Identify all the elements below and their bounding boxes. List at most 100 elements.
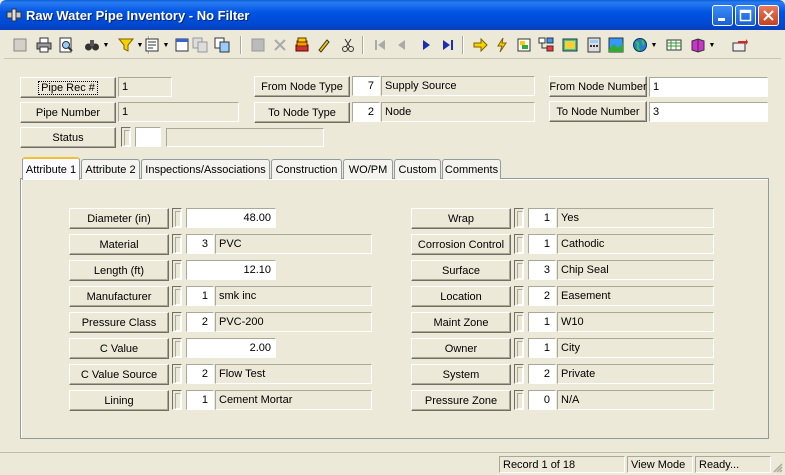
filter-button[interactable] bbox=[116, 35, 136, 55]
material-label[interactable]: Material bbox=[69, 234, 169, 255]
pressure-zone-code[interactable]: 0 bbox=[528, 390, 556, 410]
form-button[interactable] bbox=[142, 35, 162, 55]
book-dropdown[interactable]: ▼ bbox=[708, 35, 716, 55]
first-record-button[interactable] bbox=[370, 35, 390, 55]
last-record-button[interactable] bbox=[438, 35, 458, 55]
lightning-button[interactable] bbox=[492, 35, 512, 55]
length-ft-label[interactable]: Length (ft) bbox=[69, 260, 169, 281]
from-node-number-field[interactable]: 1 bbox=[649, 77, 768, 97]
globe-dropdown[interactable]: ▼ bbox=[650, 35, 658, 55]
calculator-button[interactable] bbox=[584, 35, 604, 55]
title-bar[interactable]: Raw Water Pipe Inventory - No Filter bbox=[0, 0, 785, 30]
diameter-in-value[interactable]: 48.00 bbox=[186, 208, 276, 228]
tab-inspections-associations[interactable]: Inspections/Associations bbox=[141, 159, 270, 179]
system-code[interactable]: 2 bbox=[528, 364, 556, 384]
location-value: Easement bbox=[557, 286, 714, 306]
maint-zone-code[interactable]: 1 bbox=[528, 312, 556, 332]
surface-code[interactable]: 3 bbox=[528, 260, 556, 280]
resize-grip-icon[interactable] bbox=[771, 461, 783, 473]
c-value-value[interactable]: 2.00 bbox=[186, 338, 276, 358]
book-button[interactable] bbox=[688, 35, 708, 55]
duplicate-button[interactable] bbox=[212, 35, 232, 55]
pipe-number-field[interactable]: 1 bbox=[118, 102, 239, 122]
tree-button[interactable] bbox=[536, 35, 556, 55]
to-node-type-label[interactable]: To Node Type bbox=[254, 102, 350, 123]
map-button[interactable] bbox=[560, 35, 580, 55]
delete-icon bbox=[274, 39, 286, 51]
diameter-in-label[interactable]: Diameter (in) bbox=[69, 208, 169, 229]
manufacturer-code[interactable]: 1 bbox=[186, 286, 214, 306]
tab-attribute-1[interactable]: Attribute 1 bbox=[22, 157, 80, 180]
maint-zone-value: W10 bbox=[557, 312, 714, 332]
pressure-zone-label[interactable]: Pressure Zone bbox=[411, 390, 511, 411]
c-value-source-code[interactable]: 2 bbox=[186, 364, 214, 384]
last-record-icon bbox=[443, 40, 453, 50]
prev-record-button[interactable] bbox=[392, 35, 412, 55]
length-ft-value[interactable]: 12.10 bbox=[186, 260, 276, 280]
spreadsheet-button[interactable] bbox=[664, 35, 684, 55]
from-node-type-label[interactable]: From Node Type bbox=[254, 76, 350, 97]
pressure-zone-value: N/A bbox=[557, 390, 714, 410]
print-button[interactable] bbox=[34, 35, 54, 55]
record-count: Record 1 of 18 bbox=[499, 456, 625, 473]
corrosion-control-label[interactable]: Corrosion Control bbox=[411, 234, 511, 255]
c-value-source-indicator bbox=[172, 364, 182, 384]
window-icon bbox=[175, 38, 189, 52]
tab-construction[interactable]: Construction bbox=[271, 159, 342, 179]
delete-button[interactable] bbox=[270, 35, 290, 55]
edit-button[interactable] bbox=[292, 35, 312, 55]
goto-button[interactable] bbox=[470, 35, 490, 55]
lining-code[interactable]: 1 bbox=[186, 390, 214, 410]
pipe-number-label[interactable]: Pipe Number bbox=[20, 102, 116, 123]
status-label[interactable]: Status bbox=[20, 127, 116, 148]
maint-zone-label[interactable]: Maint Zone bbox=[411, 312, 511, 333]
from-node-number-label[interactable]: From Node Number bbox=[549, 76, 647, 97]
status-desc-field bbox=[166, 128, 324, 147]
tab-attribute-2[interactable]: Attribute 2 bbox=[81, 159, 140, 179]
pressure-class-code[interactable]: 2 bbox=[186, 312, 214, 332]
report-button[interactable] bbox=[514, 35, 534, 55]
material-code[interactable]: 3 bbox=[186, 234, 214, 254]
to-node-number-label[interactable]: To Node Number bbox=[549, 101, 647, 122]
pipe-rec-label[interactable]: Pipe Rec # bbox=[20, 77, 116, 98]
maximize-button[interactable] bbox=[735, 5, 756, 26]
system-label[interactable]: System bbox=[411, 364, 511, 385]
new-button[interactable] bbox=[10, 35, 30, 55]
close-button[interactable] bbox=[758, 5, 779, 26]
lining-label[interactable]: Lining bbox=[69, 390, 169, 411]
owner-label[interactable]: Owner bbox=[411, 338, 511, 359]
cut-button[interactable] bbox=[338, 35, 358, 55]
from-node-type-code[interactable]: 7 bbox=[352, 76, 380, 96]
location-label[interactable]: Location bbox=[411, 286, 511, 307]
tab-custom[interactable]: Custom bbox=[394, 159, 441, 179]
status-text: Ready... bbox=[695, 456, 771, 473]
to-node-type-code[interactable]: 2 bbox=[352, 102, 380, 122]
exit-button[interactable] bbox=[730, 35, 750, 55]
surface-label[interactable]: Surface bbox=[411, 260, 511, 281]
next-record-button[interactable] bbox=[416, 35, 436, 55]
globe-button[interactable] bbox=[630, 35, 650, 55]
copy-record-button[interactable] bbox=[190, 35, 210, 55]
save-button[interactable] bbox=[248, 35, 268, 55]
tab-wo-pm[interactable]: WO/PM bbox=[343, 159, 393, 179]
status-code-field[interactable] bbox=[135, 127, 161, 147]
pencil-button[interactable] bbox=[314, 35, 334, 55]
manufacturer-label[interactable]: Manufacturer bbox=[69, 286, 169, 307]
pressure-class-label[interactable]: Pressure Class bbox=[69, 312, 169, 333]
owner-code[interactable]: 1 bbox=[528, 338, 556, 358]
find-dropdown[interactable]: ▼ bbox=[102, 35, 110, 55]
print-preview-button[interactable] bbox=[56, 35, 76, 55]
minimize-button[interactable] bbox=[712, 5, 733, 26]
c-value-label[interactable]: C Value bbox=[69, 338, 169, 359]
wrap-label[interactable]: Wrap bbox=[411, 208, 511, 229]
form-dropdown[interactable]: ▼ bbox=[162, 35, 170, 55]
corrosion-control-code[interactable]: 1 bbox=[528, 234, 556, 254]
window-button[interactable] bbox=[172, 35, 192, 55]
image-button[interactable] bbox=[606, 35, 626, 55]
find-button[interactable] bbox=[82, 35, 102, 55]
c-value-source-label[interactable]: C Value Source bbox=[69, 364, 169, 385]
location-code[interactable]: 2 bbox=[528, 286, 556, 306]
wrap-code[interactable]: 1 bbox=[528, 208, 556, 228]
to-node-number-field[interactable]: 3 bbox=[649, 102, 768, 122]
tab-comments[interactable]: Comments bbox=[442, 159, 501, 179]
